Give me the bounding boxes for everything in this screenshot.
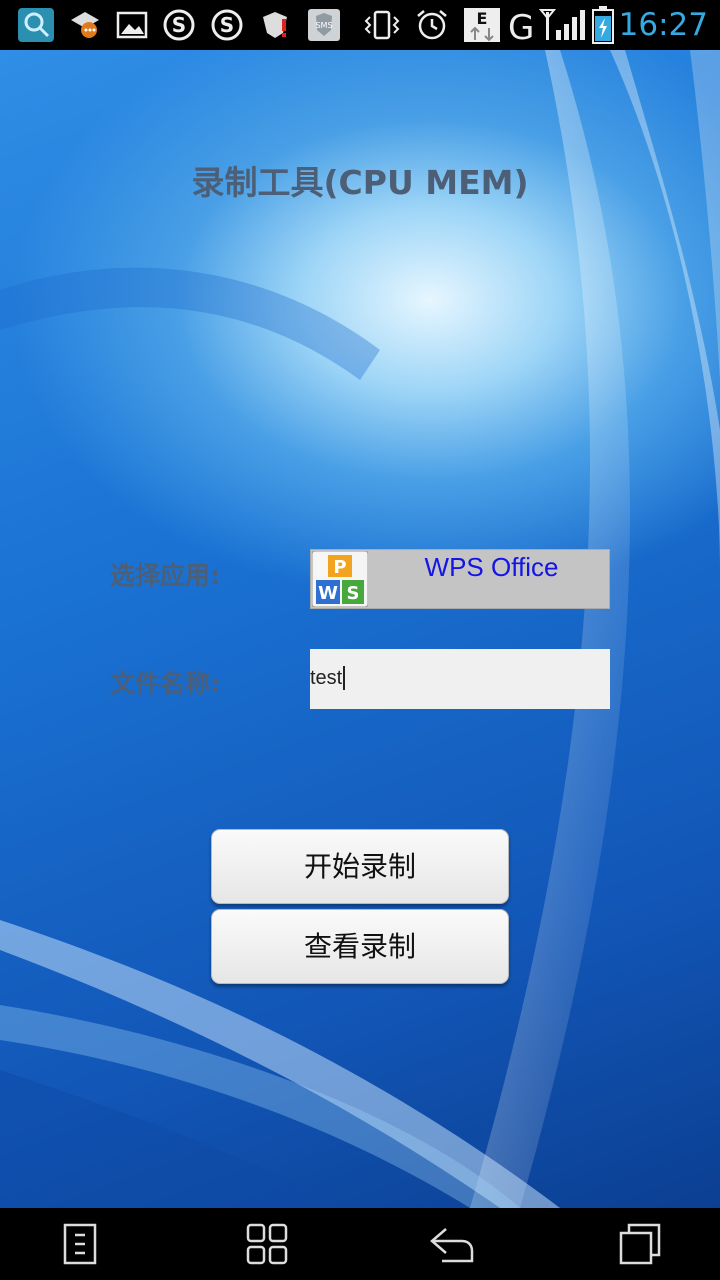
svg-text:SMS: SMS: [315, 21, 332, 30]
menu-icon[interactable]: [50, 1220, 110, 1268]
clock: 16:27: [618, 7, 708, 43]
shield-alert-icon: [258, 8, 292, 42]
back-icon[interactable]: [422, 1220, 482, 1268]
view-recording-button[interactable]: 查看录制: [211, 909, 509, 984]
app-selector[interactable]: P W S WPS Office: [310, 549, 610, 609]
home-grid-icon[interactable]: [237, 1220, 297, 1268]
svg-text:S: S: [172, 13, 186, 37]
svg-text:G: G: [508, 8, 534, 44]
selected-app-name: WPS Office: [424, 552, 559, 582]
alarm-icon: [414, 8, 450, 42]
search-app-icon[interactable]: [18, 8, 54, 42]
signal-icon: G: [508, 8, 588, 44]
svg-text:W: W: [318, 583, 338, 604]
chat-notification-icon: [68, 8, 102, 42]
svg-text:E: E: [477, 9, 488, 28]
data-arrows-icon: E: [464, 8, 500, 42]
s-app-icon: S: [210, 8, 244, 42]
file-name-label: 文件名称:: [110, 669, 220, 698]
file-name-value: test: [310, 666, 346, 690]
battery-charging-icon: [590, 6, 616, 44]
navigation-bar: [0, 1208, 720, 1280]
image-notification-icon: [115, 8, 149, 42]
status-bar: S S SMS E G 16:27: [0, 0, 720, 50]
svg-text:P: P: [333, 557, 346, 578]
wallpaper-waves: [0, 50, 720, 1208]
sms-icon: SMS: [306, 8, 342, 42]
file-name-input[interactable]: test: [310, 649, 610, 709]
recent-apps-icon[interactable]: [610, 1220, 670, 1268]
svg-text:S: S: [220, 13, 234, 37]
start-recording-button[interactable]: 开始录制: [211, 829, 509, 904]
select-app-label: 选择应用:: [110, 561, 220, 590]
page-title: 录制工具(CPU MEM): [191, 163, 529, 202]
wps-office-icon: P W S: [311, 550, 369, 608]
app-screen: 录制工具(CPU MEM) 选择应用: P W S WPS Office 文件名…: [0, 50, 720, 1208]
vibrate-icon: [362, 8, 402, 42]
s-app-icon: S: [162, 8, 196, 42]
svg-text:S: S: [347, 583, 360, 604]
